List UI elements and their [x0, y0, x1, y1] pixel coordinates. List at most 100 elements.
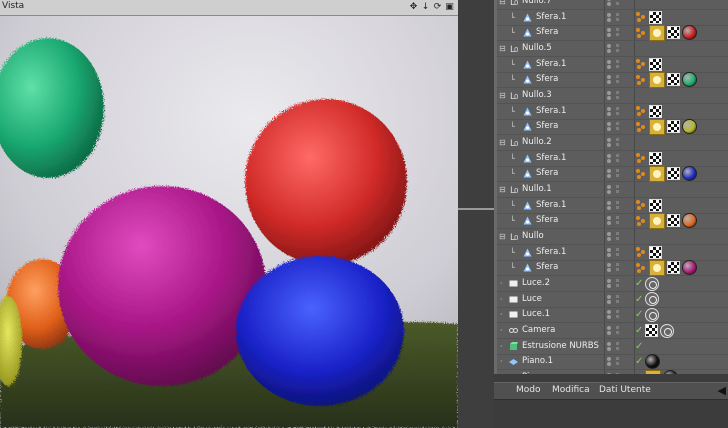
toggle-panel-icon[interactable]: ▣	[445, 1, 454, 13]
object-row[interactable]: └ Sfera.1	[494, 245, 728, 261]
object-row[interactable]: · Luce.2 ✓	[494, 276, 728, 293]
layer-marker[interactable]	[616, 215, 620, 225]
object-row[interactable]: └ Sfera.1	[494, 10, 728, 26]
checker-tag-icon[interactable]	[667, 261, 680, 275]
enabled-check-icon[interactable]: ✓	[635, 294, 643, 305]
visibility-dots[interactable]	[607, 90, 615, 101]
hair-tag-icon[interactable]	[635, 168, 647, 180]
object-name[interactable]: Nullo.1	[522, 182, 552, 197]
material-tag-icon[interactable]	[649, 212, 665, 229]
object-name[interactable]: Sfera	[536, 119, 558, 134]
object-name[interactable]: Piano.1	[522, 354, 553, 369]
layer-marker[interactable]	[616, 59, 620, 69]
visibility-dots[interactable]	[607, 294, 615, 305]
object-row[interactable]: └ Sfera.1	[494, 57, 728, 73]
hair-tag-icon[interactable]	[635, 27, 647, 39]
null-group-row[interactable]: ⊟ L 0 Nullo.3	[494, 88, 728, 105]
object-name[interactable]: Nullo.2	[522, 135, 552, 150]
object-name[interactable]: Sfera.1	[536, 57, 566, 72]
hair-tag-icon[interactable]	[635, 199, 647, 211]
object-name[interactable]: Sfera	[536, 25, 558, 40]
material-preview-icon[interactable]	[682, 260, 697, 276]
object-name[interactable]: Nullo.5	[522, 41, 552, 56]
object-name[interactable]: Camera	[522, 323, 555, 338]
object-name[interactable]: Sfera	[536, 260, 558, 275]
checker-tag-icon[interactable]	[649, 10, 662, 24]
checker-tag-icon[interactable]	[667, 167, 680, 181]
layer-marker[interactable]	[616, 153, 620, 163]
visibility-dots[interactable]	[607, 43, 615, 54]
material-tag-icon[interactable]	[649, 118, 665, 135]
object-row[interactable]: └ Sfera.1	[494, 151, 728, 167]
object-row[interactable]: └ Sfera	[494, 24, 728, 42]
layer-marker[interactable]	[616, 278, 620, 288]
hair-tag-icon[interactable]	[635, 121, 647, 133]
material-preview-icon[interactable]	[682, 72, 697, 88]
menu-arrow-icon[interactable]: ◀	[718, 384, 726, 397]
render-tag-icon[interactable]	[645, 307, 660, 322]
layer-marker[interactable]	[616, 74, 620, 84]
layer-marker[interactable]	[616, 121, 620, 131]
visibility-dots[interactable]	[607, 231, 615, 242]
material-tag-icon[interactable]	[649, 24, 665, 41]
checker-tag-icon[interactable]	[649, 57, 662, 71]
object-manager[interactable]: ⊟ L 0 Nullo.7 └ Sfera.1 └ Sfera ⊟ L 0 Nullo.5 └ Sfera…	[494, 0, 728, 374]
layer-marker[interactable]	[616, 12, 620, 22]
object-row[interactable]: · Luce.1 ✓	[494, 307, 728, 324]
object-row[interactable]: · Piano.1 ✓	[494, 354, 728, 371]
layer-marker[interactable]	[616, 43, 620, 53]
null-group-row[interactable]: ⊟ L 0 Nullo	[494, 229, 728, 246]
object-name[interactable]: Sfera.1	[536, 198, 566, 213]
visibility-dots[interactable]	[607, 137, 615, 148]
checker-tag-icon[interactable]	[649, 245, 662, 259]
visibility-dots[interactable]	[607, 0, 615, 7]
layer-marker[interactable]	[616, 247, 620, 257]
visibility-dots[interactable]	[607, 12, 615, 23]
hair-tag-icon[interactable]	[635, 152, 647, 164]
layer-marker[interactable]	[616, 200, 620, 210]
visibility-dots[interactable]	[607, 121, 615, 132]
zoom-view-icon[interactable]: ↓	[421, 1, 430, 13]
visibility-dots[interactable]	[607, 356, 615, 367]
checker-tag-icon[interactable]	[667, 73, 680, 87]
layer-marker[interactable]	[616, 106, 620, 116]
collapse-toggle-icon[interactable]: ⊟	[499, 135, 506, 150]
material-tag-icon[interactable]	[649, 71, 665, 88]
visibility-dots[interactable]	[607, 309, 615, 320]
object-name[interactable]: Sfera	[536, 72, 558, 87]
visibility-dots[interactable]	[607, 200, 615, 211]
menu-modo[interactable]: Modo	[516, 385, 541, 395]
material-tag-icon[interactable]	[649, 259, 665, 276]
layer-marker[interactable]	[616, 184, 620, 194]
render-tag-icon[interactable]	[645, 276, 660, 291]
checker-tag-icon[interactable]	[667, 214, 680, 228]
hair-tag-icon[interactable]	[635, 105, 647, 117]
visibility-dots[interactable]	[607, 106, 615, 117]
visibility-dots[interactable]	[607, 59, 615, 70]
object-row[interactable]: · Luce ✓	[494, 292, 728, 308]
hair-tag-icon[interactable]	[635, 11, 647, 23]
object-row[interactable]: · Estrusione NURBS ✓	[494, 339, 728, 355]
layer-marker[interactable]	[616, 294, 620, 304]
object-row[interactable]: └ Sfera	[494, 165, 728, 183]
checker-tag-icon[interactable]	[649, 151, 662, 165]
material-preview-icon[interactable]	[682, 213, 697, 229]
layer-marker[interactable]	[616, 356, 620, 366]
render-view[interactable]	[0, 16, 458, 428]
hair-tag-icon[interactable]	[635, 215, 647, 227]
object-name[interactable]: Nullo.3	[522, 88, 552, 103]
enabled-check-icon[interactable]: ✓	[635, 309, 643, 320]
null-group-row[interactable]: ⊟ L 0 Nullo.5	[494, 41, 728, 57]
visibility-dots[interactable]	[607, 325, 615, 336]
material-preview-icon[interactable]	[682, 25, 697, 41]
hair-tag-icon[interactable]	[635, 246, 647, 258]
move-view-icon[interactable]: ✥	[409, 1, 418, 13]
object-name[interactable]: Sfera.1	[536, 104, 566, 119]
material-tag-icon[interactable]	[649, 165, 665, 182]
menu-modifica[interactable]: Modifica	[552, 385, 590, 395]
layer-marker[interactable]	[616, 231, 620, 241]
layer-marker[interactable]	[616, 27, 620, 37]
visibility-dots[interactable]	[607, 215, 615, 226]
visibility-dots[interactable]	[607, 341, 615, 352]
visibility-dots[interactable]	[607, 278, 615, 289]
